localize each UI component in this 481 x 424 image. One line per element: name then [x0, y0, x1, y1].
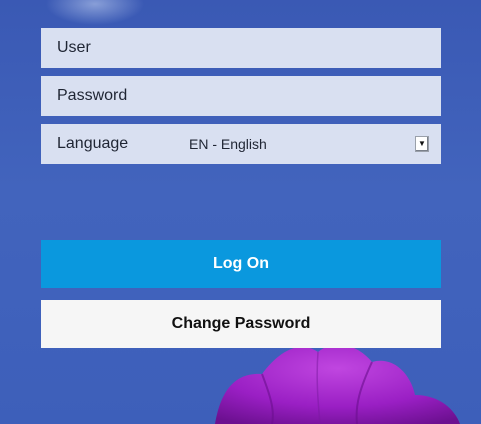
log-on-button[interactable]: Log On: [41, 240, 441, 288]
language-label: Language: [57, 135, 129, 152]
user-field[interactable]: [41, 28, 441, 68]
language-field: Language EN - English ▼: [41, 124, 441, 164]
language-select[interactable]: EN - English ▼: [189, 124, 441, 164]
password-field[interactable]: [41, 76, 441, 116]
change-password-button[interactable]: Change Password: [41, 300, 441, 348]
language-value: EN - English: [189, 136, 267, 152]
password-input[interactable]: [57, 76, 441, 116]
chevron-down-icon[interactable]: ▼: [415, 136, 429, 152]
user-input[interactable]: [57, 28, 441, 68]
